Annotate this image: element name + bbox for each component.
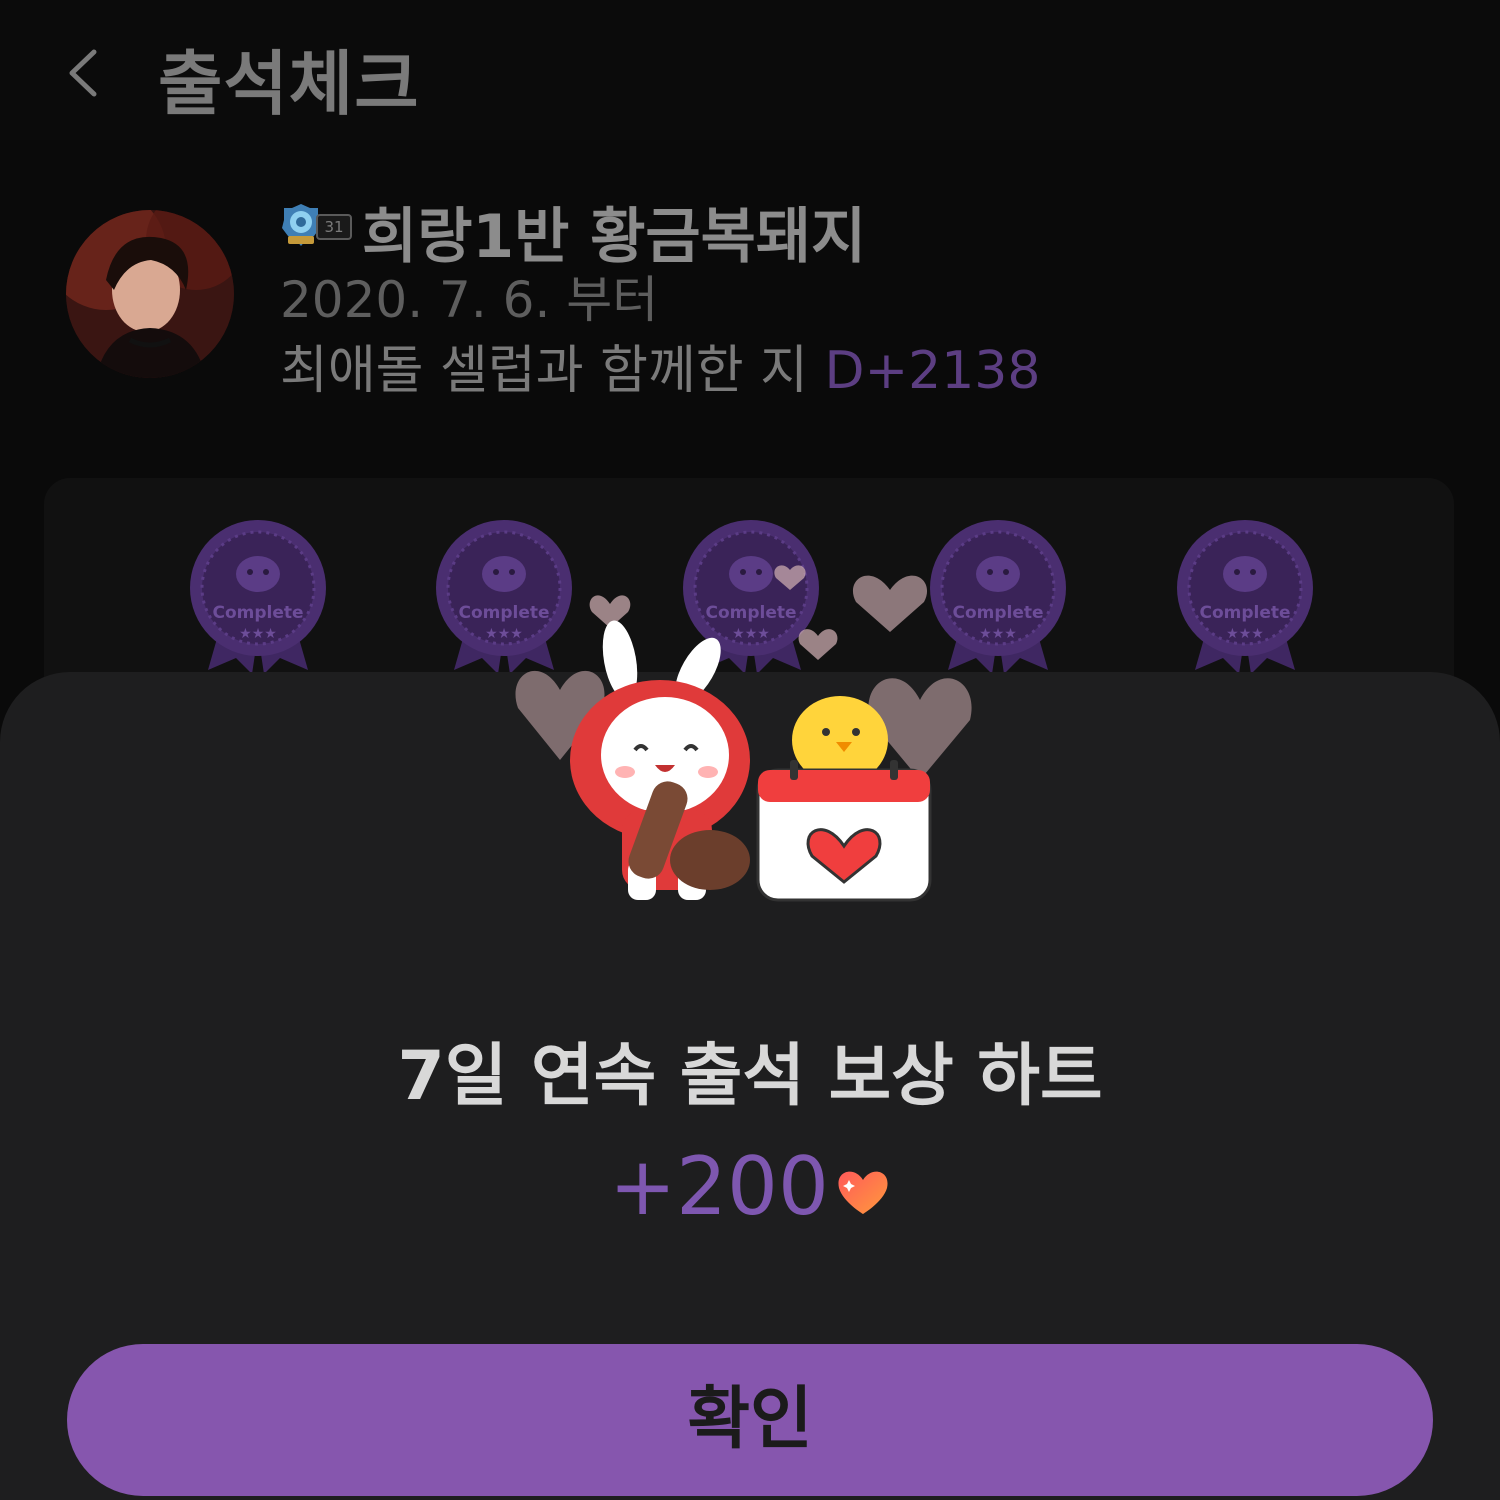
together-text: 최애돌 셀럽과 함께한 지 (280, 341, 825, 401)
since-date: 2020. 7. 6. 부터 (280, 271, 659, 329)
together-days: 최애돌 셀럽과 함께한 지 D+2138 (280, 328, 1040, 403)
confirm-button[interactable]: 확인 (67, 1344, 1433, 1496)
page-title: 출석체크 (158, 43, 420, 125)
complete-badge: Complete ★★★ (186, 518, 330, 674)
confirm-button-label: 확인 (687, 1380, 813, 1459)
level-badge: 31 (280, 202, 356, 250)
reward-title: 7일 연속 출석 보상 하트 (397, 1037, 1103, 1116)
reward-amount-row: +200 (0, 1140, 1500, 1233)
heart-icon (838, 1171, 888, 1215)
level-number: 31 (316, 214, 352, 240)
back-button[interactable] (58, 38, 118, 108)
dday-count: D+2138 (824, 341, 1041, 401)
avatar[interactable] (66, 210, 234, 378)
complete-badge: Complete ★★★ (1173, 518, 1317, 674)
badge-label: Complete (212, 603, 303, 623)
badge-label: Complete (1199, 603, 1290, 623)
profile-section: 31 희랑1반 황금복돼지 2020. 7. 6. 부터 최애돌 셀럽과 함께한… (0, 160, 1500, 430)
svg-text:★★★: ★★★ (1226, 626, 1264, 642)
reward-amount: +200 (609, 1140, 829, 1233)
top-app-bar: 출석체크 (0, 0, 1500, 140)
reward-illustration (500, 560, 1000, 920)
svg-text:★★★: ★★★ (239, 626, 277, 642)
avatar-image (66, 210, 234, 378)
chevron-left-icon (69, 49, 97, 97)
